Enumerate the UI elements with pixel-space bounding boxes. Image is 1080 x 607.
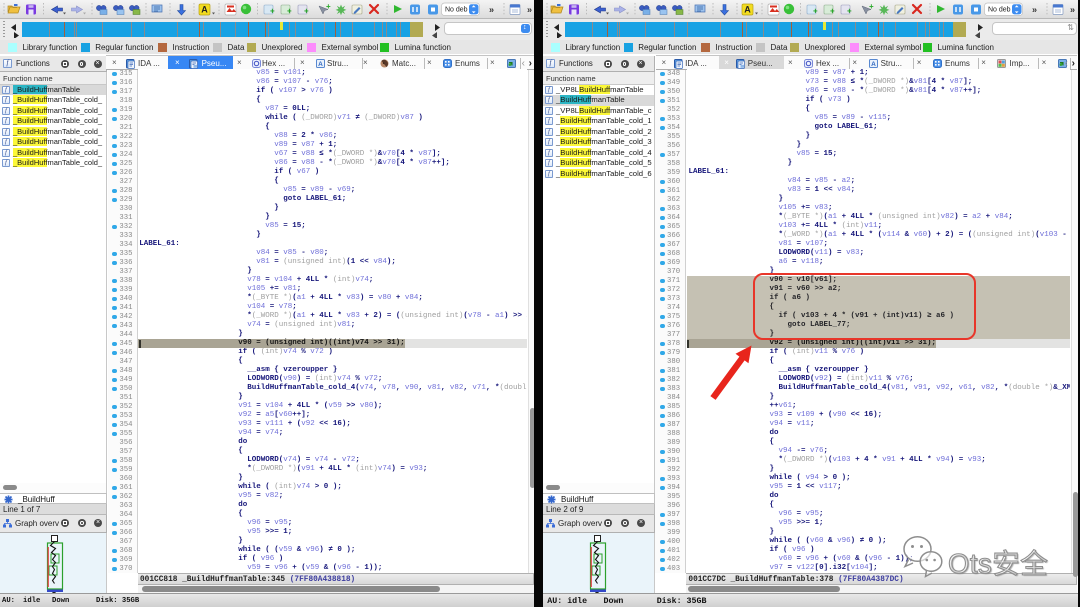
svg-text:»: » — [489, 5, 494, 15]
svg-text:+: + — [270, 7, 275, 16]
svg-text:A: A — [201, 5, 208, 15]
svg-text:+: + — [287, 7, 292, 16]
svg-text:+: + — [813, 7, 818, 16]
svg-text:No deb: No deb — [988, 6, 1011, 13]
svg-text:+: + — [847, 7, 852, 16]
svg-text:»: » — [1070, 5, 1075, 15]
svg-text:+: + — [304, 7, 309, 16]
svg-text:»: » — [1032, 5, 1037, 15]
svg-text:+: + — [830, 7, 835, 16]
svg-text:A: A — [318, 61, 323, 68]
svg-text:A: A — [744, 5, 751, 15]
svg-text:A: A — [871, 61, 876, 68]
svg-text:No deb: No deb — [445, 6, 468, 13]
svg-text:+: + — [326, 2, 331, 11]
svg-text:+: + — [869, 2, 874, 11]
svg-text:»: » — [527, 5, 532, 15]
